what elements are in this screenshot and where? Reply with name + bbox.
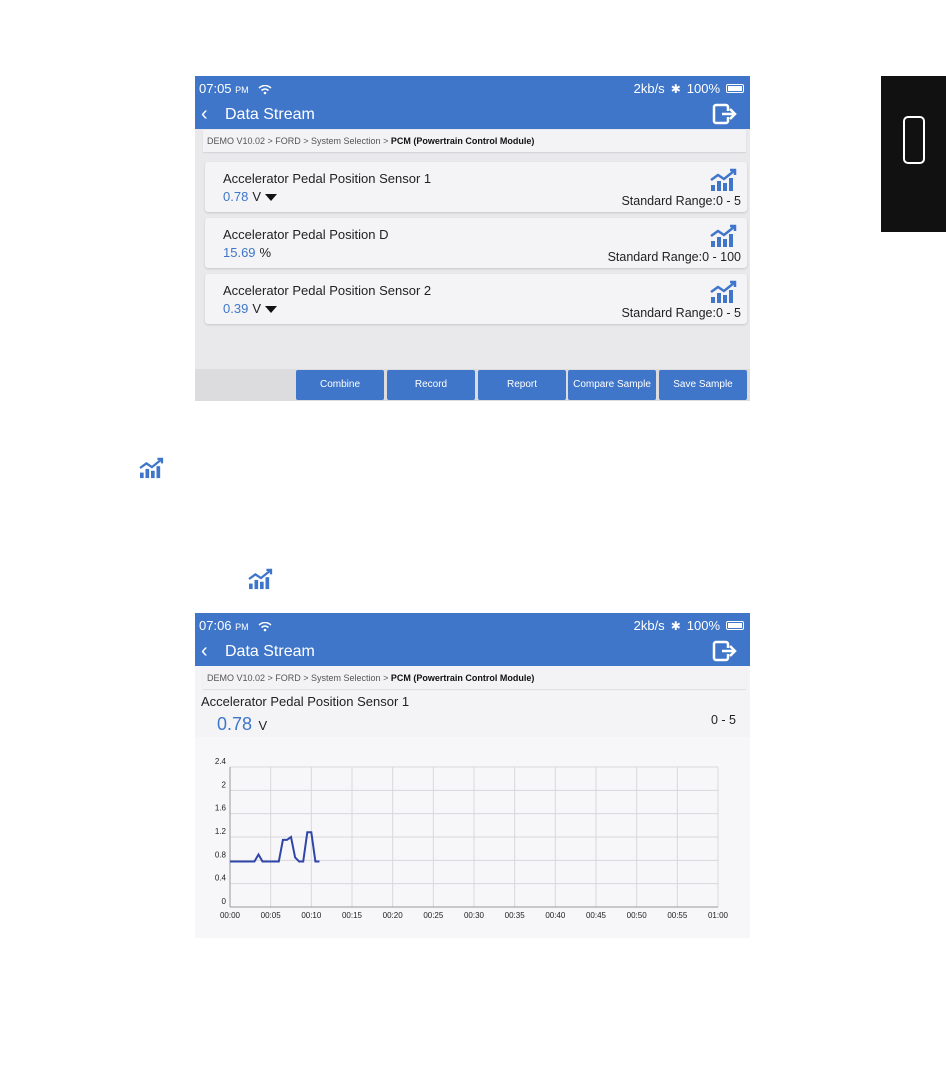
x-tick-label: 01:00 bbox=[708, 911, 729, 920]
x-tick-label: 00:40 bbox=[545, 911, 566, 920]
x-tick-label: 00:10 bbox=[301, 911, 322, 920]
x-tick-label: 00:55 bbox=[667, 911, 688, 920]
battery-icon bbox=[726, 621, 744, 630]
data-row-pedal-d[interactable]: Accelerator Pedal Position D 15.69% Stan… bbox=[205, 218, 747, 268]
sensor-range: 0 - 5 bbox=[710, 713, 736, 727]
screenshot-data-stream-graph: 07:06 PM 2kb/s ✱ 100% ‹ Data Stream DEMO… bbox=[195, 613, 750, 938]
x-tick-label: 00:30 bbox=[464, 911, 485, 920]
y-tick-label: 2 bbox=[222, 780, 227, 789]
wifi-icon bbox=[258, 621, 272, 631]
y-tick-label: 0 bbox=[222, 897, 227, 906]
x-tick-label: 00:05 bbox=[261, 911, 282, 920]
y-tick-label: 1.2 bbox=[215, 827, 227, 836]
save-sample-button[interactable]: Save Sample bbox=[659, 370, 747, 400]
bottom-toolbar: Combine Record Report Compare Sample Sav… bbox=[195, 369, 750, 401]
data-row-sensor-1[interactable]: Accelerator Pedal Position Sensor 1 0.78… bbox=[205, 162, 747, 212]
row-value: 0.78 V bbox=[223, 189, 277, 204]
data-row-sensor-2[interactable]: Accelerator Pedal Position Sensor 2 0.39… bbox=[205, 274, 747, 324]
line-chart: 00:00 00:05 00:10 00:15 00:20 00:25 00:30 00:35… bbox=[215, 757, 729, 920]
status-bar: 07:06 PM 2kb/s ✱ 100% bbox=[195, 613, 750, 638]
breadcrumb: DEMO V10.02 > FORD > System Selection > … bbox=[203, 130, 746, 152]
breadcrumb-current: PCM (Powertrain Control Module) bbox=[390, 136, 535, 146]
breadcrumb: DEMO V10.02 > FORD > System Selection > … bbox=[203, 667, 746, 689]
exit-icon[interactable] bbox=[712, 640, 738, 662]
title-bar: ‹ Data Stream bbox=[195, 638, 750, 666]
graph-icon[interactable] bbox=[709, 224, 737, 248]
graph-icon[interactable] bbox=[709, 280, 737, 304]
back-icon[interactable]: ‹ bbox=[201, 104, 208, 124]
side-tab bbox=[881, 76, 946, 232]
record-button[interactable]: Record bbox=[387, 370, 475, 400]
row-range: Standard Range:0 - 5 bbox=[621, 194, 741, 208]
y-tick-label: 1.6 bbox=[215, 804, 227, 813]
status-right: 2kb/s ✱ 100% bbox=[634, 618, 744, 633]
x-tick-label: 00:45 bbox=[586, 911, 607, 920]
row-name: Accelerator Pedal Position Sensor 1 bbox=[223, 171, 432, 186]
graph-icon bbox=[139, 457, 164, 479]
status-time: 07:06 PM bbox=[199, 618, 272, 633]
exit-icon[interactable] bbox=[712, 103, 738, 125]
compare-sample-button[interactable]: Compare Sample bbox=[568, 370, 656, 400]
y-tick-label: 2.4 bbox=[215, 757, 227, 766]
x-tick-label: 00:35 bbox=[505, 911, 526, 920]
row-range: Standard Range:0 - 5 bbox=[621, 306, 741, 320]
row-value: 15.69% bbox=[223, 245, 272, 260]
bluetooth-icon: ✱ bbox=[670, 81, 681, 96]
title-bar: ‹ Data Stream bbox=[195, 101, 750, 129]
page-title: Data Stream bbox=[225, 643, 315, 660]
wifi-icon bbox=[258, 84, 272, 94]
status-right: 2kb/s ✱ 100% bbox=[634, 81, 744, 96]
breadcrumb-path[interactable]: DEMO V10.02 > FORD > System Selection > bbox=[207, 673, 391, 683]
y-tick-label: 0.4 bbox=[215, 874, 227, 883]
graph-icon bbox=[248, 568, 273, 590]
battery-icon bbox=[726, 84, 744, 93]
back-icon[interactable]: ‹ bbox=[201, 641, 208, 661]
bluetooth-icon: ✱ bbox=[670, 618, 681, 633]
battery-level: 100% bbox=[686, 81, 720, 96]
row-name: Accelerator Pedal Position Sensor 2 bbox=[223, 283, 432, 298]
breadcrumb-path[interactable]: DEMO V10.02 > FORD > System Selection > bbox=[207, 136, 391, 146]
sensor-value: 0.78 V bbox=[217, 714, 268, 734]
sensor-name: Accelerator Pedal Position Sensor 1 bbox=[201, 694, 410, 709]
x-tick-label: 00:15 bbox=[342, 911, 363, 920]
chart-area: 00:00 00:05 00:10 00:15 00:20 00:25 00:30 00:35… bbox=[195, 737, 750, 938]
y-tick-label: 0.8 bbox=[215, 850, 227, 859]
page-title: Data Stream bbox=[225, 106, 315, 123]
tablet-icon bbox=[903, 116, 925, 164]
x-tick-label: 00:00 bbox=[220, 911, 241, 920]
row-value: 0.39 V bbox=[223, 301, 277, 316]
battery-level: 100% bbox=[686, 618, 720, 633]
arrow-down-icon[interactable] bbox=[264, 306, 277, 314]
x-tick-label: 00:50 bbox=[627, 911, 648, 920]
graph-icon[interactable] bbox=[709, 168, 737, 192]
breadcrumb-current: PCM (Powertrain Control Module) bbox=[390, 673, 535, 683]
arrow-down-icon[interactable] bbox=[264, 194, 277, 202]
network-speed: 2kb/s bbox=[633, 618, 665, 633]
status-time: 07:05 PM bbox=[199, 81, 272, 96]
x-tick-label: 00:25 bbox=[423, 911, 444, 920]
combine-button[interactable]: Combine bbox=[296, 370, 384, 400]
row-range: Standard Range:0 - 100 bbox=[607, 250, 741, 264]
row-name: Accelerator Pedal Position D bbox=[223, 227, 389, 242]
x-tick-label: 00:20 bbox=[383, 911, 404, 920]
status-bar: 07:05 PM 2kb/s ✱ 100% bbox=[195, 76, 750, 101]
screenshot-data-stream-list: 07:05 PM 2kb/s ✱ 100% ‹ Data Stream DEMO… bbox=[195, 76, 750, 401]
report-button[interactable]: Report bbox=[478, 370, 566, 400]
network-speed: 2kb/s bbox=[633, 81, 665, 96]
